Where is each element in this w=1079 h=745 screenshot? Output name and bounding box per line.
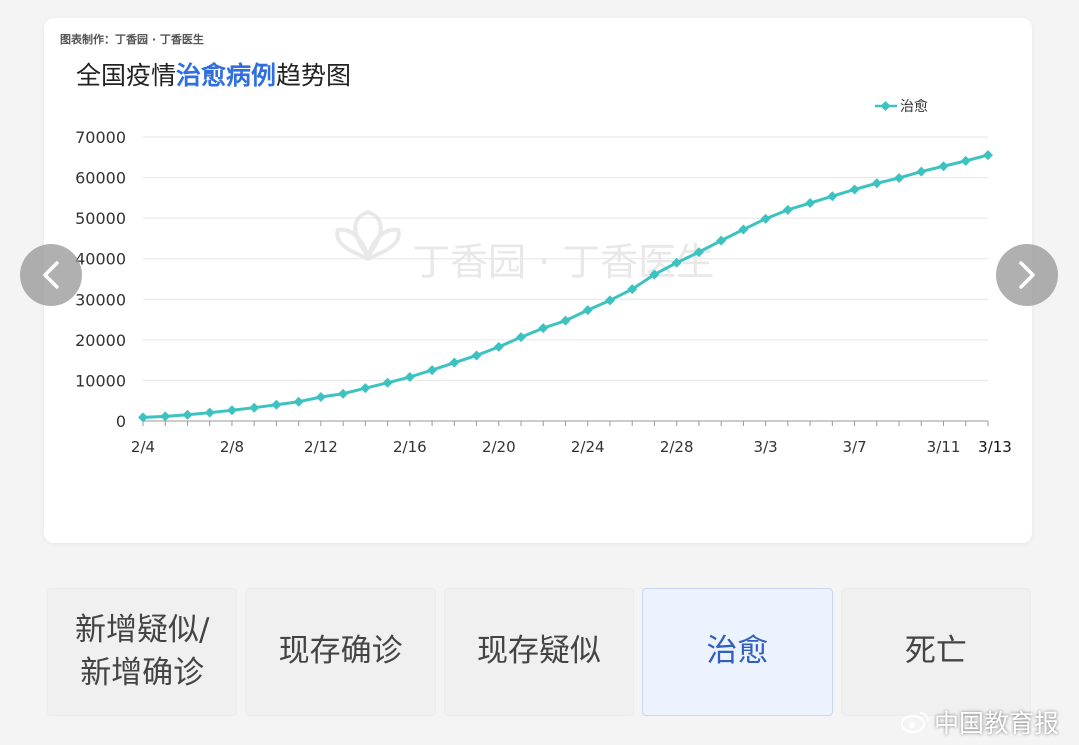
data-point xyxy=(760,213,771,224)
data-point xyxy=(538,323,549,334)
y-tick-label: 0 xyxy=(116,412,126,431)
weibo-icon xyxy=(901,712,929,733)
legend-label: 治愈 xyxy=(900,99,928,115)
prev-chart-button[interactable] xyxy=(20,244,82,306)
data-point xyxy=(782,204,793,215)
x-tick-label: 2/12 xyxy=(304,438,338,456)
legend-marker-icon xyxy=(875,101,897,111)
y-tick-label: 30000 xyxy=(75,290,126,309)
data-point xyxy=(849,184,860,195)
tab-new-suspected-confirmed[interactable]: 新增疑似/ 新增确诊 xyxy=(47,588,238,716)
source-watermark-text: 中国教育报 xyxy=(934,709,1060,738)
y-tick-label: 40000 xyxy=(75,250,126,269)
data-point xyxy=(738,224,749,235)
flower-logo-icon xyxy=(335,209,401,262)
data-point xyxy=(471,350,482,361)
series-cured xyxy=(138,150,993,423)
data-point xyxy=(960,155,971,166)
y-tick-label: 70000 xyxy=(75,128,126,147)
tab-label: 现存确诊 xyxy=(278,633,403,670)
data-point xyxy=(315,392,326,403)
data-point xyxy=(827,191,838,202)
data-point xyxy=(938,161,949,172)
x-tick-label: 3/3 xyxy=(754,438,778,456)
tab-label: 治愈 xyxy=(706,633,769,670)
grid-lines xyxy=(143,136,988,381)
data-point xyxy=(382,377,393,388)
data-point xyxy=(249,402,260,413)
y-tick-label: 20000 xyxy=(75,331,126,350)
source-watermark: 中国教育报 xyxy=(900,704,1059,740)
data-point xyxy=(360,383,371,394)
y-tick-label: 60000 xyxy=(75,169,126,188)
data-point xyxy=(493,341,504,352)
x-tick-label: 3/11 xyxy=(927,438,961,456)
data-point xyxy=(582,305,593,316)
data-point xyxy=(449,357,460,368)
x-axis: 2/4 2/8 2/12 2/16 2/20 2/24 2/28 3/3 3/7 3/11 3/13 xyxy=(131,420,1012,456)
x-tick-label: 2/28 xyxy=(660,438,694,456)
data-point xyxy=(516,332,527,343)
line-chart: 丁香园 · 丁香医生 0 10000 20000 30000 40000 50000 600… xyxy=(75,128,1012,456)
tab-cured[interactable]: 治愈 xyxy=(642,588,833,716)
data-point xyxy=(226,405,237,416)
tab-current-suspected[interactable]: 现存疑似 xyxy=(443,588,635,716)
x-tick-label: 3/13 xyxy=(978,438,1012,456)
tab-deaths[interactable]: 死亡 xyxy=(840,588,1032,716)
tab-label: 死亡 xyxy=(904,633,967,670)
tab-current-confirmed[interactable]: 现存确诊 xyxy=(245,588,436,716)
tab-label: 新增疑似/ 新增确诊 xyxy=(74,611,210,691)
data-point xyxy=(560,315,571,326)
data-point xyxy=(871,178,882,189)
data-point xyxy=(916,166,927,177)
x-tick-label: 2/20 xyxy=(482,438,516,456)
data-point xyxy=(427,365,438,376)
data-point xyxy=(604,295,615,306)
chart-tabs: 新增疑似/ 新增确诊 现存确诊 现存疑似 治愈 死亡 xyxy=(47,588,1032,716)
data-point xyxy=(983,150,993,161)
data-point xyxy=(204,407,215,418)
x-tick-label: 2/8 xyxy=(220,438,244,456)
data-point xyxy=(293,396,304,407)
data-point xyxy=(271,399,282,410)
y-axis: 0 10000 20000 30000 40000 50000 60000 70000 xyxy=(75,128,126,431)
data-point xyxy=(182,409,193,420)
data-point xyxy=(894,172,905,183)
tab-label: 现存疑似 xyxy=(477,633,602,670)
x-tick-label: 2/16 xyxy=(393,438,427,456)
data-point xyxy=(160,411,171,422)
series-line xyxy=(142,153,989,419)
data-point xyxy=(338,388,349,399)
x-tick-label: 2/4 xyxy=(131,438,155,456)
x-tick-label: 2/24 xyxy=(571,438,605,456)
y-tick-label: 50000 xyxy=(75,209,126,228)
chart-legend: 治愈 xyxy=(874,96,928,116)
next-chart-button[interactable] xyxy=(996,244,1058,306)
y-tick-label: 10000 xyxy=(75,371,126,390)
chevron-left-icon xyxy=(43,261,59,289)
x-tick-label: 3/7 xyxy=(843,438,867,456)
data-point xyxy=(805,198,816,209)
chevron-right-icon xyxy=(1019,261,1035,289)
watermark-text: 丁香园 · 丁香医生 xyxy=(412,240,714,284)
